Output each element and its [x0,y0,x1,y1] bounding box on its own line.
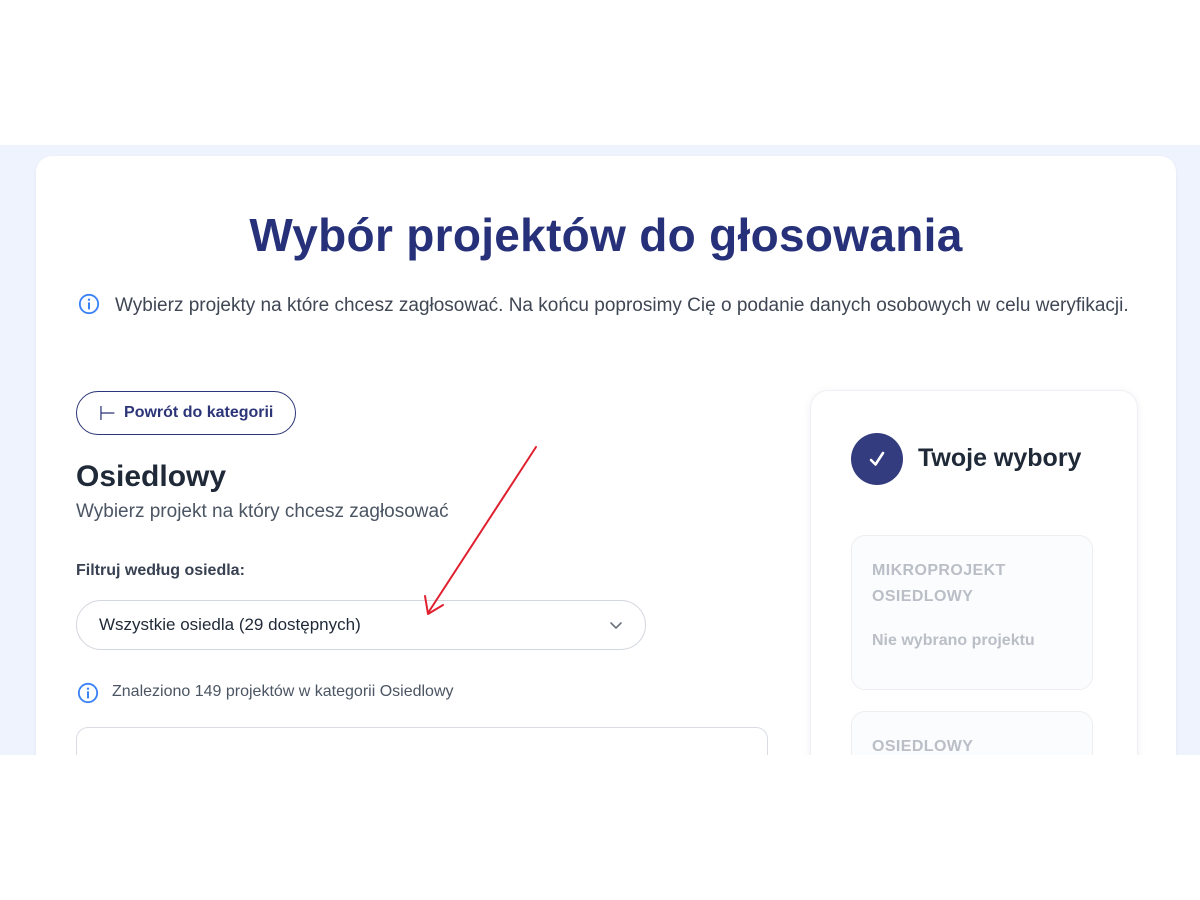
screenshot-area: Wybór projektów do głosowania Wybierz pr… [0,145,1200,755]
category-subtitle: Wybierz projekt na który chcesz zagłosow… [76,501,449,522]
back-button-label: Powrót do kategorii [124,404,274,421]
intro-text: Wybierz projekty na które chcesz zagłoso… [115,295,1129,316]
back-to-categories-button[interactable]: ⊢ Powrót do kategorii [76,391,296,435]
choice-slot-mikroprojekt: MIKROPROJEKT OSIEDLOWY Nie wybrano proje… [851,535,1093,690]
choices-panel: Twoje wybory MIKROPROJEKT OSIEDLOWY Nie … [810,390,1138,755]
check-icon [851,433,903,485]
filter-label: Filtruj według osiedla: [76,562,245,579]
choice-slot-status: Nie wybrano projektu [872,632,1035,649]
page-title: Wybór projektów do głosowania [249,209,963,261]
choice-slot-title: OSIEDLOWY [872,738,974,755]
estate-filter-select[interactable]: Wszystkie osiedla (29 dostępnych) [76,600,646,650]
info-icon [77,682,99,704]
voting-card: Wybór projektów do głosowania Wybierz pr… [36,156,1176,755]
info-icon [78,293,100,315]
project-list-item[interactable] [76,727,768,755]
chevron-down-icon [610,622,622,629]
estate-filter-value: Wszystkie osiedla (29 dostępnych) [99,615,361,634]
choice-slot-osiedlowy: OSIEDLOWY [851,711,1093,755]
results-count-text: Znaleziono 149 projektów w kategorii Osi… [112,683,454,700]
category-title: Osiedlowy [76,460,227,493]
arrow-left-icon: ⊢ [98,401,117,425]
choices-panel-title: Twoje wybory [918,444,1082,472]
choice-slot-title: MIKROPROJEKT OSIEDLOWY [872,562,1006,605]
